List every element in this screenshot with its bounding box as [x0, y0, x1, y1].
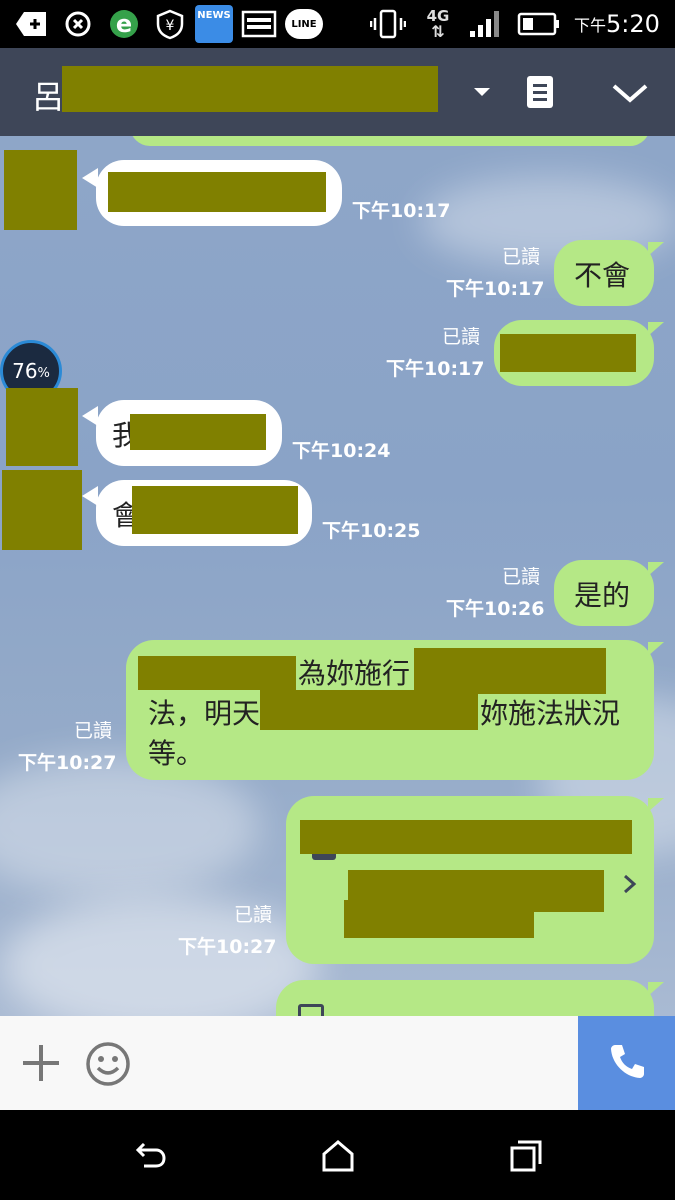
battery-percent-unit: % — [37, 365, 50, 381]
message-time: 下午10:27 — [178, 936, 277, 958]
avatar[interactable] — [2, 470, 82, 550]
message-text-line: 等。 — [148, 737, 205, 770]
call-button[interactable] — [578, 1016, 675, 1110]
message-text: 是的 — [574, 579, 631, 612]
read-receipt: 已讀 — [502, 246, 541, 268]
plus-icon[interactable] — [20, 1042, 62, 1084]
note-icon — [298, 1004, 324, 1016]
vibrate-icon — [370, 8, 406, 40]
emoji-icon[interactable] — [84, 1040, 132, 1088]
message-time: 下午10:26 — [446, 598, 545, 620]
status-bar: e ¥ NEWS LINE 4G ⇅ 下午 5:20 — [0, 0, 675, 48]
clock-prefix: 下午 — [574, 16, 607, 35]
redacted-text — [108, 172, 326, 212]
read-receipt: 已讀 — [234, 904, 273, 926]
signal-icon — [466, 8, 506, 40]
chevron-right-icon[interactable] — [620, 870, 640, 894]
message-time: 下午10:27 — [18, 752, 117, 774]
message-time: 下午10:17 — [386, 358, 485, 380]
notes-icon[interactable] — [524, 74, 556, 110]
clock-time: 5:20 — [606, 10, 660, 38]
read-receipt: 已讀 — [502, 566, 541, 588]
message-bubble-incoming[interactable]: 我 — [96, 400, 282, 466]
bubble-tail — [648, 982, 664, 996]
news-icon: NEWS — [194, 5, 234, 43]
message-text-line: 為妳施行 — [298, 657, 411, 690]
message-bubble-incoming[interactable]: 會 — [96, 480, 312, 546]
redacted-title — [62, 66, 438, 112]
clock: 下午 5:20 — [574, 8, 666, 40]
news-label: NEWS — [195, 5, 233, 43]
redacted-text — [344, 900, 534, 938]
message-time: 下午10:25 — [322, 520, 421, 542]
plus-icon — [14, 8, 50, 40]
chat-header: 呂 — [0, 48, 675, 136]
bubble-tail — [648, 242, 664, 256]
redacted-text — [132, 486, 298, 534]
message-time: 下午10:17 — [352, 200, 451, 222]
line-icon: LINE — [284, 8, 324, 40]
redacted-text — [260, 690, 478, 730]
back-icon[interactable] — [130, 1136, 170, 1176]
home-icon[interactable] — [318, 1136, 358, 1176]
sync-icon — [60, 8, 96, 40]
gallery-icon — [240, 8, 278, 40]
phone-icon — [605, 1039, 649, 1087]
input-bar — [0, 1016, 675, 1110]
recents-icon[interactable] — [506, 1136, 546, 1176]
message-bubble-outgoing[interactable] — [494, 320, 654, 386]
message-bubble-outgoing[interactable]: 不會 — [554, 240, 654, 306]
bubble-tail — [648, 322, 664, 336]
message-text-line: 法，明天 — [148, 697, 261, 730]
message-time: 下午10:17 — [446, 278, 545, 300]
redacted-text — [414, 648, 606, 694]
ie-icon: e — [104, 8, 144, 40]
svg-text:e: e — [116, 10, 132, 38]
redacted-text — [130, 414, 266, 450]
dropdown-icon[interactable] — [468, 78, 496, 106]
message-bubble-outgoing[interactable] — [130, 136, 650, 146]
bubble-tail — [648, 798, 664, 812]
network-indicator: 4G ⇅ — [426, 7, 450, 41]
chevron-down-icon[interactable] — [610, 78, 650, 108]
read-receipt: 已讀 — [74, 720, 113, 742]
redacted-text — [138, 656, 296, 690]
svg-text:¥: ¥ — [166, 18, 175, 34]
chat-title[interactable]: 呂 — [32, 72, 64, 118]
shield-icon: ¥ — [152, 8, 188, 40]
message-bubble-outgoing[interactable] — [276, 980, 654, 1016]
battery-percent: 76 — [12, 359, 38, 383]
avatar[interactable] — [4, 150, 77, 230]
message-bubble-incoming[interactable] — [96, 160, 342, 226]
read-receipt: 已讀 — [442, 326, 481, 348]
message-bubble-outgoing[interactable] — [286, 796, 654, 964]
battery-icon — [516, 8, 562, 40]
message-bubble-outgoing[interactable]: 是的 — [554, 560, 654, 626]
message-bubble-outgoing[interactable]: 為妳施行 法，明天 妳施法狀況 等。 — [126, 640, 654, 780]
message-time: 下午10:24 — [292, 440, 391, 462]
navigation-bar — [0, 1110, 675, 1200]
chat-area[interactable]: 下午10:17 已讀 下午10:17 不會 已讀 下午10:17 76% 我 下… — [0, 136, 675, 1016]
redacted-text — [500, 334, 636, 372]
message-text: 不會 — [574, 259, 631, 292]
avatar[interactable] — [6, 388, 78, 466]
bubble-tail — [648, 562, 664, 576]
message-text-line: 妳施法狀況 — [480, 697, 621, 730]
bubble-tail — [648, 642, 664, 656]
redacted-text — [300, 820, 632, 854]
line-label: LINE — [285, 9, 323, 39]
